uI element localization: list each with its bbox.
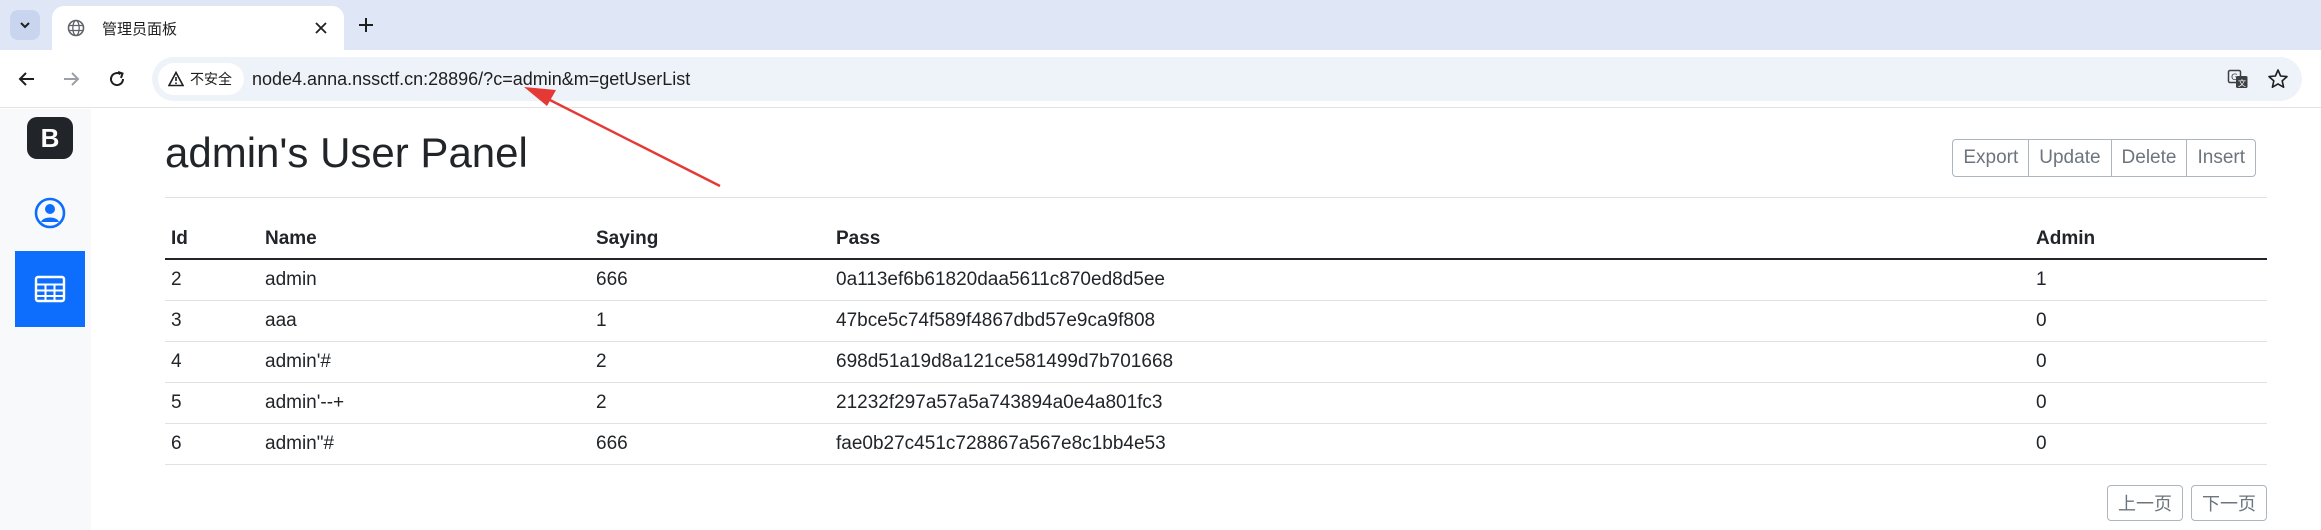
translate-icon[interactable]: G文	[2226, 67, 2250, 91]
table-row[interactable]: 2 admin 666 0a113ef6b61820daa5611c870ed8…	[165, 259, 2267, 301]
reload-icon	[110, 71, 125, 87]
security-label: 不安全	[190, 71, 232, 87]
sidebar-item-users[interactable]	[15, 185, 85, 241]
cell-name: admin	[259, 259, 590, 301]
column-header-admin: Admin	[2030, 219, 2267, 260]
forward-button[interactable]	[56, 64, 86, 94]
column-header-id: Id	[165, 219, 259, 260]
cell-saying: 2	[590, 382, 830, 424]
pagination: 上一页 下一页	[2099, 485, 2267, 521]
cell-id: 6	[165, 423, 259, 465]
browser-tabstrip: 管理员面板	[0, 0, 2321, 50]
column-header-pass: Pass	[830, 219, 2030, 260]
cell-id: 5	[165, 382, 259, 424]
table-actions: Export Update Delete Insert	[1952, 139, 2256, 177]
cell-admin: 0	[2030, 300, 2267, 342]
url-text[interactable]: node4.anna.nssctf.cn:28896/?c=admin&m=ge…	[252, 57, 690, 101]
cell-saying: 2	[590, 341, 830, 383]
sidebar-item-table[interactable]	[15, 251, 85, 327]
cell-admin: 0	[2030, 341, 2267, 383]
warning-triangle-icon	[168, 71, 184, 87]
column-header-saying: Saying	[590, 219, 830, 260]
person-circle-icon	[34, 197, 66, 229]
browser-tab[interactable]: 管理员面板	[52, 6, 344, 50]
table-row[interactable]: 5 admin'--+ 2 21232f297a57a5a743894a0e4a…	[165, 382, 2267, 424]
tab-title: 管理员面板	[102, 20, 178, 38]
update-button[interactable]: Update	[2028, 139, 2112, 177]
cell-pass: 47bce5c74f589f4867dbd57e9ca9f808	[830, 300, 2030, 342]
cell-name: aaa	[259, 300, 590, 342]
cell-pass: 0a113ef6b61820daa5611c870ed8d5ee	[830, 259, 2030, 301]
next-page-button[interactable]: 下一页	[2191, 485, 2267, 521]
plus-icon	[359, 18, 373, 32]
table-header-row: Id Name Saying Pass Admin	[165, 219, 2267, 260]
back-button[interactable]	[12, 64, 42, 94]
user-table: Id Name Saying Pass Admin 2 admin 666 0a…	[165, 219, 2267, 465]
chevron-down-icon	[20, 22, 30, 29]
column-header-name: Name	[259, 219, 590, 260]
svg-text:文: 文	[2238, 78, 2246, 88]
cell-name: admin'--+	[259, 382, 590, 424]
table-icon	[34, 275, 66, 303]
main-content: admin's User Panel Export Update Delete …	[165, 109, 2267, 530]
brand-logo[interactable]: B	[27, 117, 73, 159]
cell-id: 3	[165, 300, 259, 342]
cell-saying: 666	[590, 259, 830, 301]
cell-name: admin'#	[259, 341, 590, 383]
table-row[interactable]: 6 admin"# 666 fae0b27c451c728867a567e8c1…	[165, 423, 2267, 465]
delete-button[interactable]: Delete	[2110, 139, 2188, 177]
cell-pass: 21232f297a57a5a743894a0e4a801fc3	[830, 382, 2030, 424]
bookmark-star-icon[interactable]	[2266, 67, 2290, 91]
page-title: admin's User Panel	[165, 129, 528, 176]
divider	[165, 197, 2267, 198]
sidebar: B	[0, 109, 91, 530]
cell-name: admin"#	[259, 423, 590, 465]
cell-saying: 1	[590, 300, 830, 342]
table-row[interactable]: 4 admin'# 2 698d51a19d8a121ce581499d7b70…	[165, 341, 2267, 383]
arrow-left-icon	[18, 72, 34, 86]
tab-search-button[interactable]	[10, 10, 40, 40]
cell-admin: 1	[2030, 259, 2267, 301]
globe-icon	[66, 18, 86, 38]
prev-page-button[interactable]: 上一页	[2107, 485, 2183, 521]
tab-close-icon[interactable]	[310, 17, 332, 39]
cell-admin: 0	[2030, 382, 2267, 424]
table-row[interactable]: 3 aaa 1 47bce5c74f589f4867dbd57e9ca9f808…	[165, 300, 2267, 342]
cell-saying: 666	[590, 423, 830, 465]
export-button[interactable]: Export	[1952, 139, 2030, 177]
new-tab-button[interactable]	[352, 11, 380, 39]
insert-button[interactable]: Insert	[2186, 139, 2256, 177]
reload-button[interactable]	[102, 64, 132, 94]
cell-admin: 0	[2030, 423, 2267, 465]
page-viewport: B admin's User Panel Export Update Delet…	[0, 109, 2321, 530]
cell-pass: 698d51a19d8a121ce581499d7b701668	[830, 341, 2030, 383]
arrow-right-icon	[64, 72, 80, 86]
browser-toolbar: 不安全 node4.anna.nssctf.cn:28896/?c=admin&…	[0, 50, 2321, 108]
cell-id: 4	[165, 341, 259, 383]
address-bar[interactable]: 不安全 node4.anna.nssctf.cn:28896/?c=admin&…	[152, 57, 2302, 101]
cell-pass: fae0b27c451c728867a567e8c1bb4e53	[830, 423, 2030, 465]
cell-id: 2	[165, 259, 259, 301]
security-indicator[interactable]: 不安全	[158, 63, 244, 95]
